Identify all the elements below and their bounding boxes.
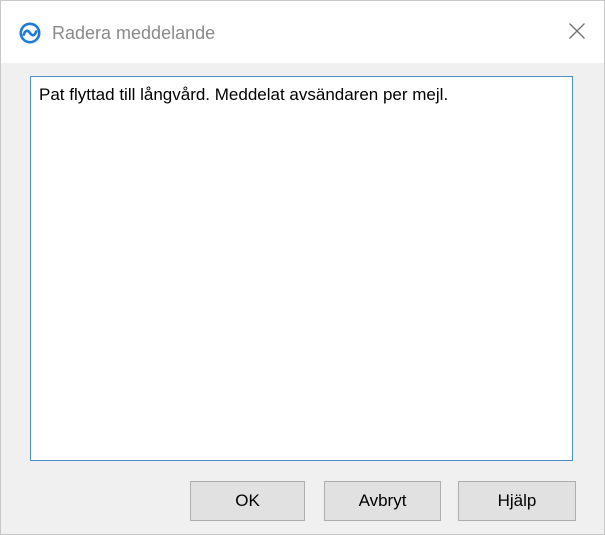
cancel-button[interactable]: Avbryt xyxy=(324,481,441,521)
close-button[interactable] xyxy=(561,17,593,49)
ok-button[interactable]: OK xyxy=(190,481,305,521)
message-textarea[interactable] xyxy=(30,76,573,461)
dialog-title: Radera meddelande xyxy=(52,23,216,43)
delete-message-dialog: Radera meddelande OK Avbryt Hjälp xyxy=(0,0,605,535)
help-button[interactable]: Hjälp xyxy=(458,481,576,521)
title-bar: Radera meddelande xyxy=(1,1,604,63)
sync-circle-icon xyxy=(19,22,41,44)
close-icon xyxy=(568,22,586,45)
